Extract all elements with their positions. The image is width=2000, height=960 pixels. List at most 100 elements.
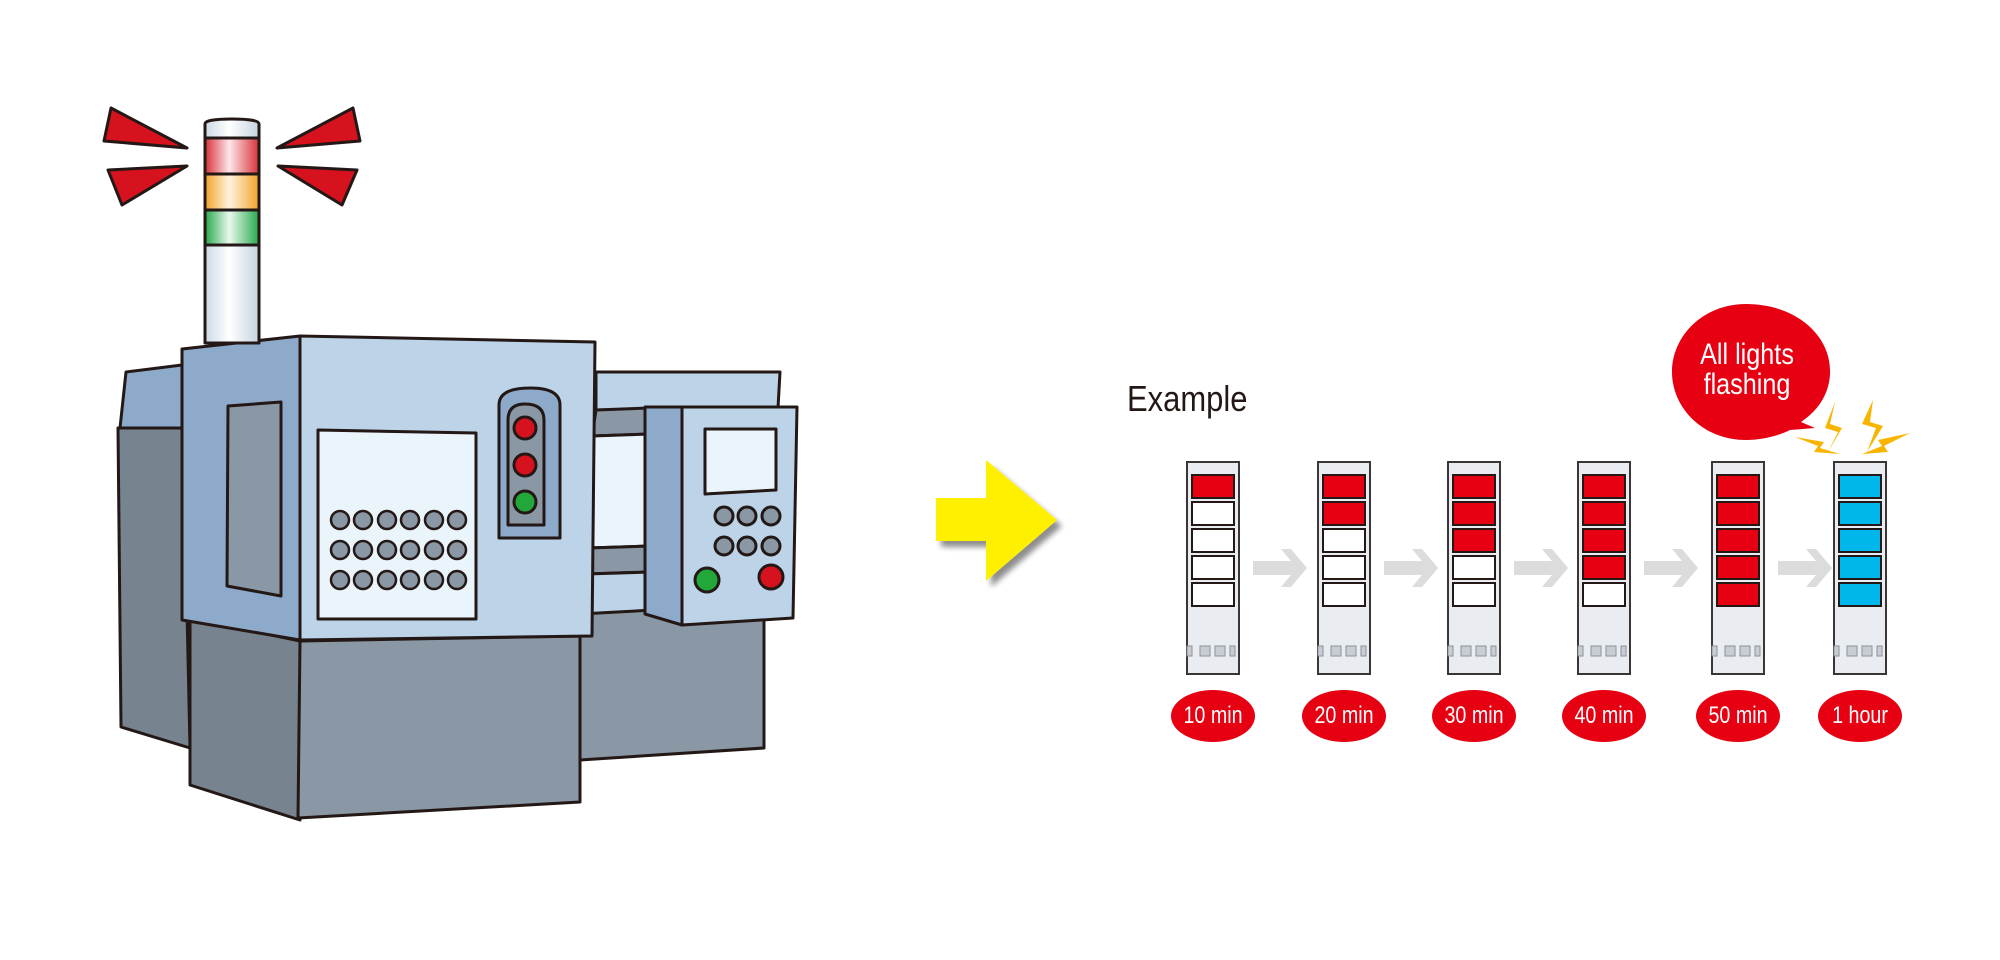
connector-pin — [1490, 645, 1497, 657]
indicator-segment-off — [1322, 555, 1366, 580]
step-arrow-icon — [1644, 549, 1698, 587]
callout-line-1: All lights — [1700, 338, 1794, 371]
control-cabinet-side — [643, 405, 684, 627]
connector-pin — [1199, 645, 1211, 657]
machine-right-housing-top — [594, 370, 782, 412]
signal-tower-pole — [203, 241, 261, 345]
step-indicator — [1447, 461, 1501, 675]
step-time-text: 10 min — [1183, 702, 1243, 729]
connector-pin — [1590, 645, 1602, 657]
indicator-segment-lit — [1452, 474, 1496, 499]
step-time-label: 30 min — [1432, 690, 1516, 742]
step-time-label: 1 hour — [1818, 690, 1902, 742]
connector-pin — [1447, 645, 1454, 657]
connector-pin — [1330, 645, 1342, 657]
indicator-segment-off — [1191, 582, 1235, 607]
indicator-segment-off — [1322, 582, 1366, 607]
indicator-segment-off — [1191, 528, 1235, 553]
connector-pin — [1724, 645, 1736, 657]
connector-pin — [1711, 645, 1718, 657]
connector-pin — [1876, 645, 1883, 657]
step-indicator — [1317, 461, 1371, 675]
machine-right-window — [586, 432, 652, 550]
connector-pin — [1475, 645, 1487, 657]
signal-tower-cap — [203, 117, 261, 140]
connector-pin — [1846, 645, 1858, 657]
step-time-text: 50 min — [1708, 702, 1768, 729]
example-title: Example — [1127, 378, 1248, 419]
signal-tower-tier-amber — [203, 172, 261, 212]
machine-back-left-side — [116, 426, 192, 750]
connector-pin — [1577, 645, 1584, 657]
alert-ray-right-upper — [275, 106, 362, 150]
callout-text: All lights flashing — [1677, 340, 1817, 400]
indicator-segment-lit — [1716, 555, 1760, 580]
lamp-green — [512, 489, 538, 515]
machine-side-window — [225, 400, 283, 598]
step-time-text: 40 min — [1574, 702, 1634, 729]
connector-pin — [1460, 645, 1472, 657]
signal-tower-tier-red — [203, 136, 261, 176]
machine-illustration — [102, 106, 799, 822]
indicator-segment-off — [1582, 582, 1626, 607]
step-arrow-icon — [1514, 549, 1568, 587]
indicator-segment-lit — [1582, 528, 1626, 553]
step-sequence — [1186, 461, 1887, 675]
alert-ray-left-upper — [102, 106, 189, 150]
step-indicator — [1577, 461, 1631, 675]
indicator-segment-off — [1452, 582, 1496, 607]
connector-pin — [1317, 645, 1324, 657]
alert-ray-left-lower — [106, 164, 189, 207]
stop-button-red — [757, 563, 785, 591]
indicator-segment-lit — [1191, 474, 1235, 499]
indicator-segment-lit — [1716, 582, 1760, 607]
step-time-text: 30 min — [1444, 702, 1504, 729]
control-cabinet-screen — [703, 427, 778, 496]
lamp-red-top — [512, 415, 538, 441]
indicator-segment-lit — [1838, 501, 1882, 526]
step-indicator — [1711, 461, 1765, 675]
connector-pin — [1186, 645, 1193, 657]
connector-pin — [1605, 645, 1617, 657]
indicator-segment-lit — [1716, 474, 1760, 499]
lamp-red-middle — [512, 452, 538, 478]
step-time-label: 10 min — [1171, 690, 1255, 742]
step-time-text: 20 min — [1314, 702, 1374, 729]
diagram-canvas — [102, 106, 1910, 822]
callout-line-2: flashing — [1703, 368, 1791, 401]
indicator-segment-off — [1191, 501, 1235, 526]
indicator-segment-lit — [1838, 582, 1882, 607]
signal-tower-tier-green — [203, 208, 261, 247]
connector-pin — [1214, 645, 1226, 657]
machine-right-base — [578, 602, 766, 762]
indicator-segment-lit — [1716, 528, 1760, 553]
step-arrow-icon — [1778, 549, 1832, 587]
connector-pin — [1754, 645, 1761, 657]
machine-right-housing-lower — [584, 570, 652, 616]
indicator-segment-lit — [1838, 528, 1882, 553]
indicator-segment-lit — [1582, 555, 1626, 580]
indicator-segment-lit — [1452, 501, 1496, 526]
indicator-segment-lit — [1322, 474, 1366, 499]
machine-back-left-top — [118, 363, 184, 432]
indicator-segment-off — [1191, 555, 1235, 580]
connector-pin — [1620, 645, 1627, 657]
indicator-segment-lit — [1582, 474, 1626, 499]
machine-right-housing-band — [590, 406, 652, 438]
alert-ray-right-lower — [276, 164, 359, 207]
start-button-green — [693, 566, 721, 594]
step-indicator — [1186, 461, 1240, 675]
step-arrow-icon — [1253, 549, 1307, 587]
indicator-segment-off — [1452, 555, 1496, 580]
step-time-text: 1 hour — [1832, 702, 1888, 729]
connector-pin — [1229, 645, 1236, 657]
signal-tower — [203, 117, 261, 345]
machine-right-housing-band-lower — [584, 544, 652, 576]
connector-pin — [1345, 645, 1357, 657]
transition-arrow-icon — [936, 460, 1057, 581]
step-time-label: 50 min — [1696, 690, 1780, 742]
connector-pin — [1861, 645, 1873, 657]
step-indicator — [1833, 461, 1887, 675]
step-time-label: 20 min — [1302, 690, 1386, 742]
connector-pin — [1833, 645, 1840, 657]
